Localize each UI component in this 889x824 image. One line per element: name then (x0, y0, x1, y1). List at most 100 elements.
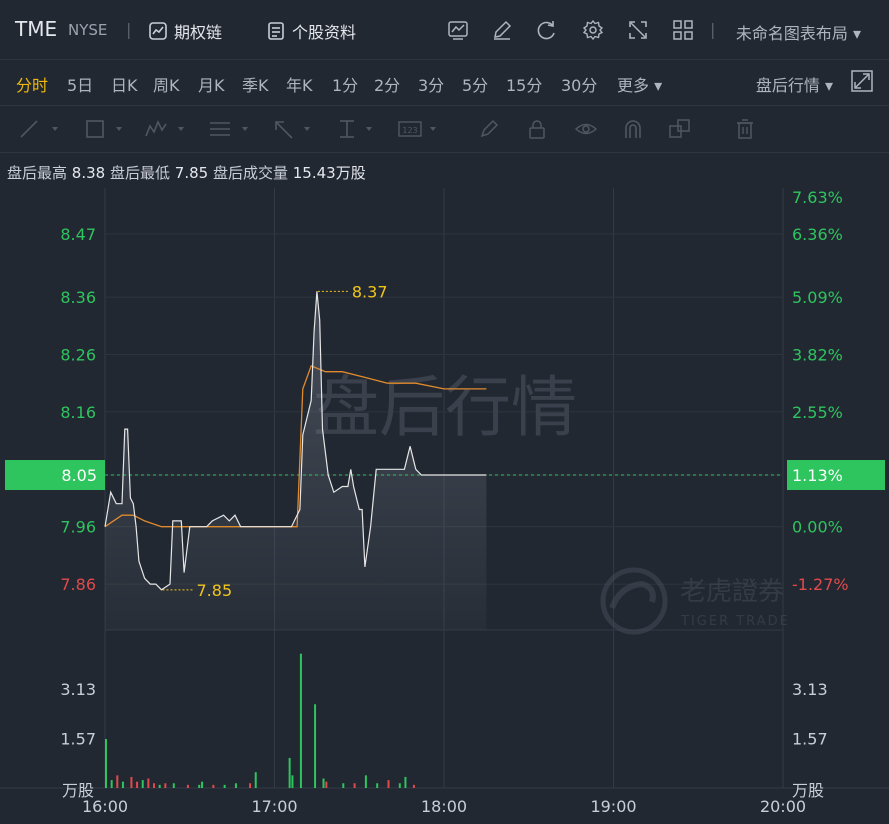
volume-tick-label: 1.57 (792, 729, 828, 748)
time-tick-label: 16:00 (82, 797, 128, 816)
period-tab-9[interactable]: 3分 (418, 72, 444, 96)
company-profile-button[interactable]: 个股资料 (266, 19, 356, 43)
volume-bar (223, 784, 226, 788)
volume-bar (254, 772, 257, 788)
volume-bar (322, 778, 325, 788)
intraday-chart[interactable]: 盘后行情 老虎證券 TIGER TRADE 8.37 7.85 8.47 8.36 8… (0, 188, 889, 824)
watermark-title: 盘后行情 (313, 369, 577, 446)
fib-tool-icon[interactable] (208, 118, 256, 140)
period-tab-8[interactable]: 2分 (374, 72, 400, 96)
min-price-marker: 7.85 (197, 581, 233, 600)
volume-bar (353, 783, 356, 788)
draw-icon[interactable] (491, 19, 513, 41)
period-tab-1[interactable]: 5日 (67, 72, 93, 96)
period-tab-4[interactable]: 月K (198, 72, 225, 96)
period-tab-7[interactable]: 1分 (332, 72, 358, 96)
volume-bar (234, 783, 237, 788)
refresh-icon[interactable] (536, 19, 558, 41)
caret-down-icon: ▾ (824, 76, 833, 95)
tiger-logo: 老虎證券 TIGER TRADE (600, 567, 790, 635)
volume-tick-label: 1.57 (60, 729, 96, 748)
period-tab-0[interactable]: 分时 (16, 72, 48, 96)
line-tool-icon[interactable] (18, 118, 62, 140)
change-tick-label: 0.00% (792, 518, 843, 537)
after-hours-summary: 盘后最高 8.38 盘后最低 7.85 盘后成交量 15.43万股 (7, 162, 366, 183)
lock-icon[interactable] (526, 118, 548, 140)
period-tab-11[interactable]: 15分 (506, 72, 542, 96)
max-price-marker: 8.37 (352, 282, 388, 301)
volume-bar (164, 783, 167, 788)
eye-icon[interactable] (574, 118, 598, 140)
volume-bar (376, 783, 379, 788)
chart-box-icon (149, 22, 167, 40)
volume-bar (153, 783, 156, 788)
grid-icon[interactable] (672, 19, 694, 41)
volume-bar (404, 776, 407, 788)
arrow-tool-icon[interactable] (272, 118, 320, 140)
volume-bar (212, 784, 215, 788)
indicator-icon[interactable] (447, 19, 469, 41)
change-tick-label: 2.55% (792, 403, 843, 422)
expand-icon[interactable] (851, 70, 873, 92)
caret-down-icon: ▾ (852, 24, 861, 43)
volume-bar (105, 739, 107, 788)
change-tick-label: 6.36% (792, 225, 843, 244)
option-chain-button[interactable]: 期权链 (148, 19, 222, 43)
volume-bar (198, 784, 201, 788)
price-tick-label: 8.16 (60, 403, 96, 422)
change-tick-label: 7.63% (792, 188, 843, 207)
brush-icon[interactable] (478, 118, 500, 140)
period-tab-2[interactable]: 日K (111, 72, 138, 96)
price-tick-label: 8.36 (60, 288, 96, 307)
layout-selector[interactable]: 未命名图表布局 ▾ (736, 20, 861, 44)
svg-text:123: 123 (402, 126, 417, 135)
layers-icon[interactable] (668, 118, 692, 140)
text-tool-icon[interactable]: 123 (398, 118, 446, 140)
trash-icon[interactable] (734, 118, 756, 140)
divider: | (710, 20, 716, 39)
time-tick-label: 17:00 (251, 797, 297, 816)
volume-value: 15.43万股 (292, 164, 366, 182)
measure-tool-icon[interactable] (336, 118, 384, 140)
volume-bar (249, 783, 252, 788)
watermark-brand-en: TIGER TRADE (680, 614, 790, 629)
period-tab-5[interactable]: 季K (242, 72, 269, 96)
option-chain-label: 期权链 (174, 23, 223, 42)
time-tick-label: 19:00 (590, 797, 636, 816)
change-tick-label: 3.82% (792, 345, 843, 364)
volume-bar (288, 757, 291, 788)
after-hours-selector[interactable]: 盘后行情 ▾ (756, 72, 833, 96)
high-label: 盘后最高 (7, 164, 68, 182)
document-icon (268, 22, 284, 40)
volume-bar (158, 784, 161, 788)
volume-bar (342, 783, 345, 788)
price-tick-label: 8.47 (60, 225, 96, 244)
period-tab-10[interactable]: 5分 (462, 72, 488, 96)
period-tab-6[interactable]: 年K (286, 72, 313, 96)
after-hours-label: 盘后行情 (755, 76, 820, 95)
volume-label: 盘后成交量 (212, 164, 288, 182)
rect-tool-icon[interactable] (84, 118, 128, 140)
volume-bar (136, 781, 139, 788)
volume-bar (116, 775, 119, 788)
period-tab-3[interactable]: 周K (153, 72, 180, 96)
symbol[interactable]: TME (15, 17, 57, 41)
wave-tool-icon[interactable] (144, 118, 192, 140)
volume-bar (201, 781, 204, 788)
price-tick-label: 7.86 (60, 575, 96, 594)
time-tick-label: 18:00 (421, 797, 467, 816)
settings-icon[interactable] (582, 19, 604, 41)
period-tab-13[interactable]: 更多 ▾ (617, 72, 662, 96)
volume-bar (387, 780, 390, 788)
period-tab-12[interactable]: 30分 (561, 72, 597, 96)
company-profile-label: 个股资料 (292, 23, 357, 42)
volume-bar (172, 783, 175, 788)
low-label: 盘后最低 (109, 164, 170, 182)
price-area (105, 291, 487, 630)
magnet-icon[interactable] (622, 118, 644, 140)
volume-bar (147, 778, 150, 788)
volume-bar (325, 781, 328, 788)
fullscreen-icon[interactable] (627, 19, 649, 41)
volume-bar (412, 784, 415, 788)
time-tick-label: 20:00 (760, 797, 806, 816)
